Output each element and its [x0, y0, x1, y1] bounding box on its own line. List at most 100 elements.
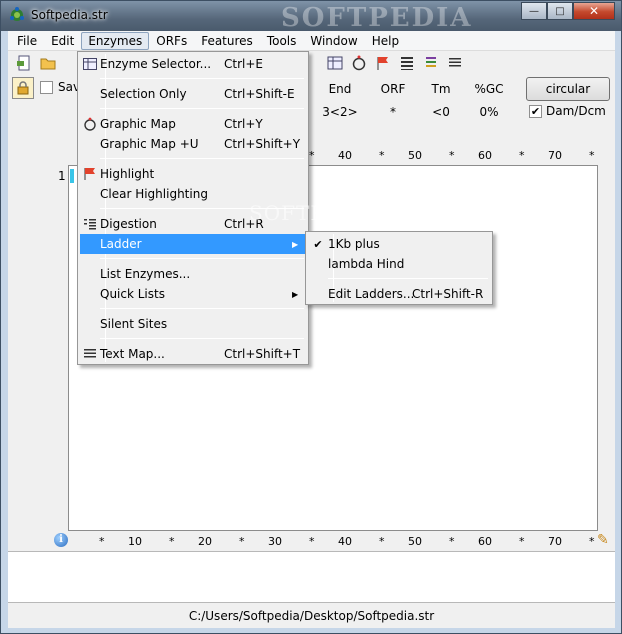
- ruler-tick: *: [449, 535, 455, 548]
- menu-item-shortcut: Ctrl+Shift+T: [224, 347, 301, 361]
- ruler-tick: *: [589, 149, 595, 162]
- dam-dcm-checkbox[interactable]: ✔: [529, 105, 542, 118]
- grid-icon[interactable]: [323, 53, 347, 73]
- ruler-tick: 20: [198, 535, 212, 548]
- title-bar[interactable]: Softpedia.str SOFTPEDIA — □ ✕: [1, 1, 621, 33]
- menu-enzymes[interactable]: Enzymes: [81, 31, 150, 50]
- ruler-tick: 70: [548, 149, 562, 162]
- close-button[interactable]: ✕: [573, 2, 615, 20]
- ladder-icon[interactable]: [419, 53, 443, 73]
- ruler-tick: 60: [478, 535, 492, 548]
- new-doc-icon[interactable]: [12, 53, 36, 73]
- menu-orfs[interactable]: ORFs: [149, 32, 194, 50]
- menu-item-quick-lists[interactable]: Quick Lists ▶: [80, 284, 306, 304]
- pencil-icon[interactable]: ✎: [597, 532, 609, 548]
- menu-item-shortcut: Ctrl+Shift-R: [412, 287, 484, 301]
- menu-item-ladder[interactable]: Ladder ▶: [80, 234, 306, 254]
- end-header: End: [328, 82, 352, 96]
- menu-tools[interactable]: Tools: [260, 32, 304, 50]
- list-icon[interactable]: [443, 53, 467, 73]
- info-icon[interactable]: i: [54, 533, 68, 547]
- menu-item-shortcut: Ctrl+E: [224, 57, 263, 71]
- open-folder-icon[interactable]: [36, 53, 60, 73]
- menu-window[interactable]: Window: [303, 32, 364, 50]
- ruler-tick: 50: [408, 149, 422, 162]
- output-panel[interactable]: [8, 551, 615, 603]
- ruler-tick: *: [169, 535, 175, 548]
- ruler-tick: 40: [338, 535, 352, 548]
- ruler-tick: *: [99, 535, 105, 548]
- maximize-button[interactable]: □: [547, 2, 573, 20]
- orf-header: ORF: [380, 82, 406, 96]
- menu-item-label: Quick Lists: [100, 287, 165, 301]
- menu-bar: File Edit Enzymes ORFs Features Tools Wi…: [8, 31, 615, 51]
- orf-value: *: [390, 105, 396, 119]
- checkmark-icon: ✔: [313, 237, 323, 251]
- submenu-arrow-icon: ▶: [292, 289, 299, 299]
- menu-item-edit-ladders[interactable]: Edit Ladders... Ctrl+Shift-R: [308, 284, 490, 304]
- menu-item-graphic-map[interactable]: Graphic Map Ctrl+Y: [80, 114, 306, 134]
- menu-item-silent-sites[interactable]: Silent Sites: [80, 314, 306, 334]
- graphic-map-icon: [82, 116, 98, 132]
- ruler-tick: *: [309, 535, 315, 548]
- ruler-tick: *: [239, 535, 245, 548]
- menu-separator: [100, 338, 304, 339]
- menu-item-label: Graphic Map: [100, 117, 176, 131]
- menu-help[interactable]: Help: [365, 32, 406, 50]
- ladder-submenu: ✔ 1Kb plus lambda Hind Edit Ladders... Ctrl+…: [305, 231, 493, 305]
- gc-header: %GC: [474, 82, 504, 96]
- sequence-cursor: [70, 169, 74, 183]
- menu-item-label: Digestion: [100, 217, 157, 231]
- circular-button[interactable]: circular: [526, 77, 610, 101]
- file-path: C:/Users/Softpedia/Desktop/Softpedia.str: [188, 609, 435, 623]
- ruler-tick: *: [379, 149, 385, 162]
- ruler-tick: 30: [268, 535, 282, 548]
- submenu-arrow-icon: ▶: [292, 239, 299, 249]
- menu-separator: [328, 278, 488, 279]
- menu-edit[interactable]: Edit: [44, 32, 81, 50]
- tm-header: Tm: [431, 82, 451, 96]
- menu-item-shortcut: Ctrl+Y: [224, 117, 263, 131]
- menu-item-label: Clear Highlighting: [100, 187, 208, 201]
- lock-icon[interactable]: [12, 77, 34, 99]
- minimize-button[interactable]: —: [521, 2, 547, 20]
- menu-separator: [100, 258, 304, 259]
- gc-value: 0%: [479, 105, 499, 119]
- flag-icon[interactable]: [371, 53, 395, 73]
- toolbar-right: [323, 53, 467, 73]
- menu-item-1kb-plus[interactable]: ✔ 1Kb plus: [308, 234, 490, 254]
- save-checkbox[interactable]: [40, 81, 53, 94]
- ruler-tick: *: [449, 149, 455, 162]
- menu-item-label: Silent Sites: [100, 317, 168, 331]
- menu-item-list-enzymes[interactable]: List Enzymes...: [80, 264, 306, 284]
- ruler-tick: *: [589, 535, 595, 548]
- menu-item-label: List Enzymes...: [100, 267, 191, 281]
- menu-item-graphic-map-u[interactable]: Graphic Map +U Ctrl+Shift+Y: [80, 134, 306, 154]
- menu-item-highlight[interactable]: Highlight: [80, 164, 306, 184]
- window-title: Softpedia.str: [31, 8, 108, 22]
- menu-item-label: Enzyme Selector...: [100, 57, 212, 71]
- menu-item-label: 1Kb plus: [328, 237, 380, 251]
- ruler-tick: 10: [128, 535, 142, 548]
- menu-item-text-map[interactable]: Text Map... Ctrl+Shift+T: [80, 344, 306, 364]
- app-window: Softpedia.str SOFTPEDIA — □ ✕ File Edit …: [0, 0, 622, 634]
- digestion-icon: [82, 216, 98, 232]
- menu-features[interactable]: Features: [194, 32, 260, 50]
- ruler-tick: *: [379, 535, 385, 548]
- ruler-tick: 50: [408, 535, 422, 548]
- menu-file[interactable]: File: [10, 32, 44, 50]
- menu-item-label: Highlight: [100, 167, 155, 181]
- tm-value: <0: [432, 105, 450, 119]
- menu-watermark: SOFTPEDIA: [249, 201, 382, 225]
- enzyme-ring-icon[interactable]: [347, 53, 371, 73]
- ruler-tick: *: [309, 149, 315, 162]
- menu-item-lambda-hind[interactable]: lambda Hind: [308, 254, 490, 274]
- ruler-bottom: * 10 * 20 * 30 * 40 * 50 * 60 * 70 *: [68, 535, 608, 551]
- ruler-tick: *: [519, 535, 525, 548]
- menu-item-enzyme-selector[interactable]: Enzyme Selector... Ctrl+E: [80, 54, 306, 74]
- text-map-icon[interactable]: [395, 53, 419, 73]
- ruler-tick: *: [519, 149, 525, 162]
- menu-item-shortcut: Ctrl+Shift+Y: [224, 137, 301, 151]
- menu-item-selection-only[interactable]: Selection Only Ctrl+Shift-E: [80, 84, 306, 104]
- menu-item-label: Selection Only: [100, 87, 187, 101]
